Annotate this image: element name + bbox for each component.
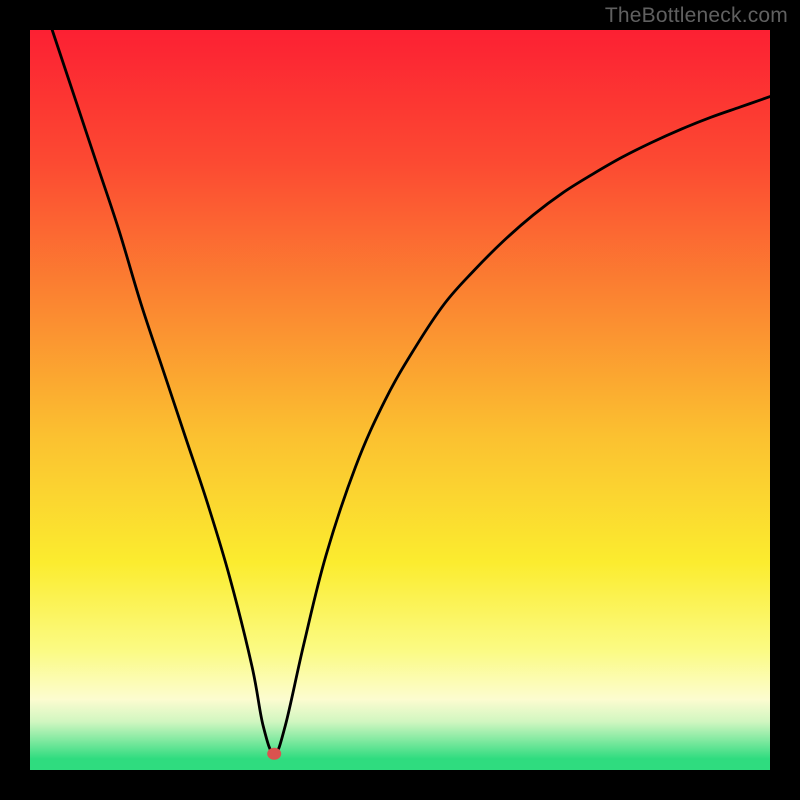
marker-dot <box>267 748 281 760</box>
plot-background <box>30 30 770 770</box>
watermark-text: TheBottleneck.com <box>605 4 788 28</box>
chart-container: TheBottleneck.com <box>0 0 800 800</box>
chart-svg <box>0 0 800 800</box>
